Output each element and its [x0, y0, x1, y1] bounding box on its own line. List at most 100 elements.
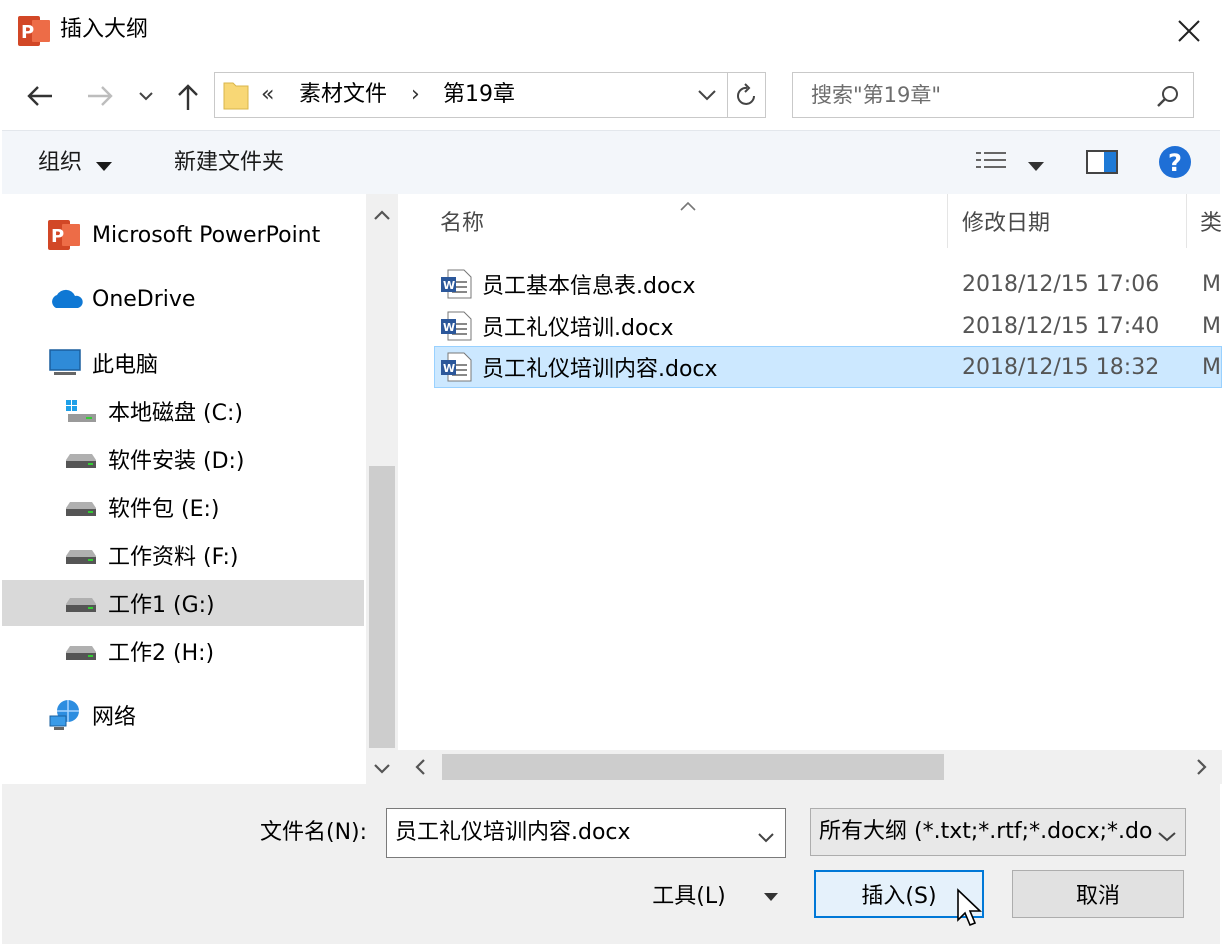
svg-text:W: W [443, 362, 455, 375]
file-type-filter-select[interactable]: 所有大纲 (*.txt;*.rtf;*.docx;*.do [810, 808, 1186, 856]
file-row-selected[interactable]: W 员工礼仪培训内容.docx 2018/12/15 18:32 M [434, 346, 1222, 388]
organize-menu[interactable]: 组织 [38, 148, 82, 178]
title-bar [0, 0, 1222, 62]
svg-text:W: W [443, 279, 455, 292]
chevron-down-icon[interactable] [1158, 827, 1176, 846]
window-title: 插入大纲 [60, 17, 149, 42]
file-row[interactable]: W 员工礼仪培训.docx 2018/12/15 17:40 M [434, 306, 1222, 346]
sidebar-item-label: Microsoft PowerPoint [92, 222, 321, 248]
up-arrow-icon [178, 84, 198, 110]
sidebar-item-label: 软件安装 (D:) [108, 449, 245, 474]
word-document-icon: W [440, 352, 472, 388]
back-button[interactable] [20, 78, 60, 114]
close-button[interactable] [1166, 10, 1212, 52]
drive-icon [64, 544, 98, 566]
search-input[interactable]: 搜索"第19章" [792, 72, 1194, 118]
svg-text:P: P [51, 226, 64, 247]
path-overflow[interactable]: « [261, 81, 274, 109]
view-options-icon[interactable] [974, 149, 1014, 177]
chevron-down-icon [96, 157, 112, 176]
column-header-name[interactable]: 名称 [440, 194, 946, 248]
sidebar-item-label: OneDrive [92, 286, 196, 312]
chevron-down-icon[interactable] [1028, 157, 1044, 176]
search-icon[interactable] [1153, 81, 1183, 111]
filename-label: 文件名(N): [260, 820, 368, 845]
sidebar-item-drive-g[interactable]: 工作1 (G:) [2, 580, 364, 626]
scroll-left-icon[interactable] [414, 759, 426, 779]
search-placeholder: 搜索"第19章" [811, 83, 942, 107]
refresh-button[interactable] [729, 79, 765, 111]
scrollbar-thumb[interactable] [442, 754, 944, 780]
filename-field[interactable]: 员工礼仪培训内容.docx [386, 808, 786, 858]
chevron-down-icon [698, 90, 716, 101]
sidebar-item-drive-c[interactable]: 本地磁盘 (C:) [2, 388, 364, 434]
back-arrow-icon [27, 86, 52, 106]
file-name: 员工礼仪培训.docx [482, 316, 674, 341]
folder-icon [223, 79, 249, 111]
sidebar-item-label: 工作2 (H:) [108, 641, 215, 666]
word-document-icon: W [440, 269, 472, 305]
file-name: 员工礼仪培训内容.docx [482, 357, 718, 382]
refresh-icon [737, 83, 755, 105]
word-document-icon: W [440, 311, 472, 347]
scroll-up-icon[interactable] [374, 206, 390, 225]
powerpoint-icon: P [48, 220, 82, 250]
sidebar-item-drive-e[interactable]: 软件包 (E:) [2, 484, 364, 530]
sidebar-item-label: 此电脑 [92, 353, 159, 378]
chevron-down-icon[interactable] [758, 828, 774, 847]
divider [727, 73, 728, 117]
file-modified: 2018/12/15 18:32 [962, 354, 1160, 380]
breadcrumb-item[interactable]: 素材文件 [299, 81, 387, 109]
new-folder-button[interactable]: 新建文件夹 [174, 148, 284, 178]
scroll-right-icon[interactable] [1196, 759, 1208, 779]
tools-label: 工具(L) [652, 884, 726, 909]
divider [947, 194, 948, 248]
file-modified: 2018/12/15 17:40 [962, 313, 1160, 339]
sidebar-item-network[interactable]: 网络 [2, 692, 364, 738]
breadcrumb-item[interactable]: 第19章 [443, 81, 515, 109]
forward-button[interactable] [82, 78, 118, 114]
help-icon[interactable]: ? [1158, 145, 1192, 179]
powerpoint-icon: P [18, 16, 50, 46]
recent-locations-button[interactable] [134, 84, 158, 108]
drive-icon [64, 640, 98, 662]
sidebar-item-label: 软件包 (E:) [108, 497, 220, 522]
sidebar-item-label: 本地磁盘 (C:) [108, 401, 243, 426]
up-button[interactable] [170, 78, 206, 116]
file-list: 名称 修改日期 类 W 员工基本信息表.docx 2018/12/15 17:0… [398, 194, 1222, 754]
column-header-modified[interactable]: 修改日期 [962, 194, 1186, 248]
windows-drive-icon [64, 398, 98, 424]
cancel-button[interactable]: 取消 [1012, 870, 1184, 918]
cloud-icon [48, 288, 84, 310]
network-icon [48, 698, 84, 732]
svg-text:?: ? [1168, 149, 1182, 177]
drive-icon [64, 448, 98, 470]
file-name: 员工基本信息表.docx [482, 274, 696, 299]
address-bar[interactable]: « 素材文件 › 第19章 [214, 72, 766, 118]
preview-pane-icon[interactable] [1086, 149, 1120, 175]
chevron-down-icon [139, 92, 153, 101]
close-icon [1178, 20, 1200, 42]
drive-icon [64, 496, 98, 518]
navigation-pane: P Microsoft PowerPoint OneDrive 此电脑 本地磁盘… [2, 194, 366, 784]
file-row[interactable]: W 员工基本信息表.docx 2018/12/15 17:06 M [434, 264, 1222, 304]
nav-pane-scrollbar[interactable] [366, 194, 398, 784]
computer-icon [48, 348, 84, 378]
sidebar-item-drive-f[interactable]: 工作资料 (F:) [2, 532, 364, 578]
column-header-type[interactable]: 类 [1200, 194, 1222, 248]
file-modified: 2018/12/15 17:06 [962, 271, 1160, 297]
sidebar-item-drive-h[interactable]: 工作2 (H:) [2, 628, 364, 674]
scrollbar-thumb[interactable] [369, 466, 395, 748]
chevron-down-icon [763, 882, 778, 907]
file-list-horizontal-scrollbar[interactable] [398, 750, 1222, 784]
sidebar-item-drive-d[interactable]: 软件安装 (D:) [2, 436, 364, 482]
file-type: M [1202, 271, 1221, 297]
tools-menu-button[interactable]: 工具(L) [640, 870, 790, 918]
drive-icon [64, 592, 98, 614]
sidebar-item-this-pc[interactable]: 此电脑 [2, 340, 364, 386]
sidebar-item-powerpoint[interactable]: P Microsoft PowerPoint [2, 212, 364, 258]
sidebar-item-onedrive[interactable]: OneDrive [2, 276, 364, 322]
address-dropdown-button[interactable] [695, 83, 719, 107]
command-bar: 组织 新建文件夹 ? [2, 130, 1220, 194]
scroll-down-icon[interactable] [374, 760, 390, 779]
